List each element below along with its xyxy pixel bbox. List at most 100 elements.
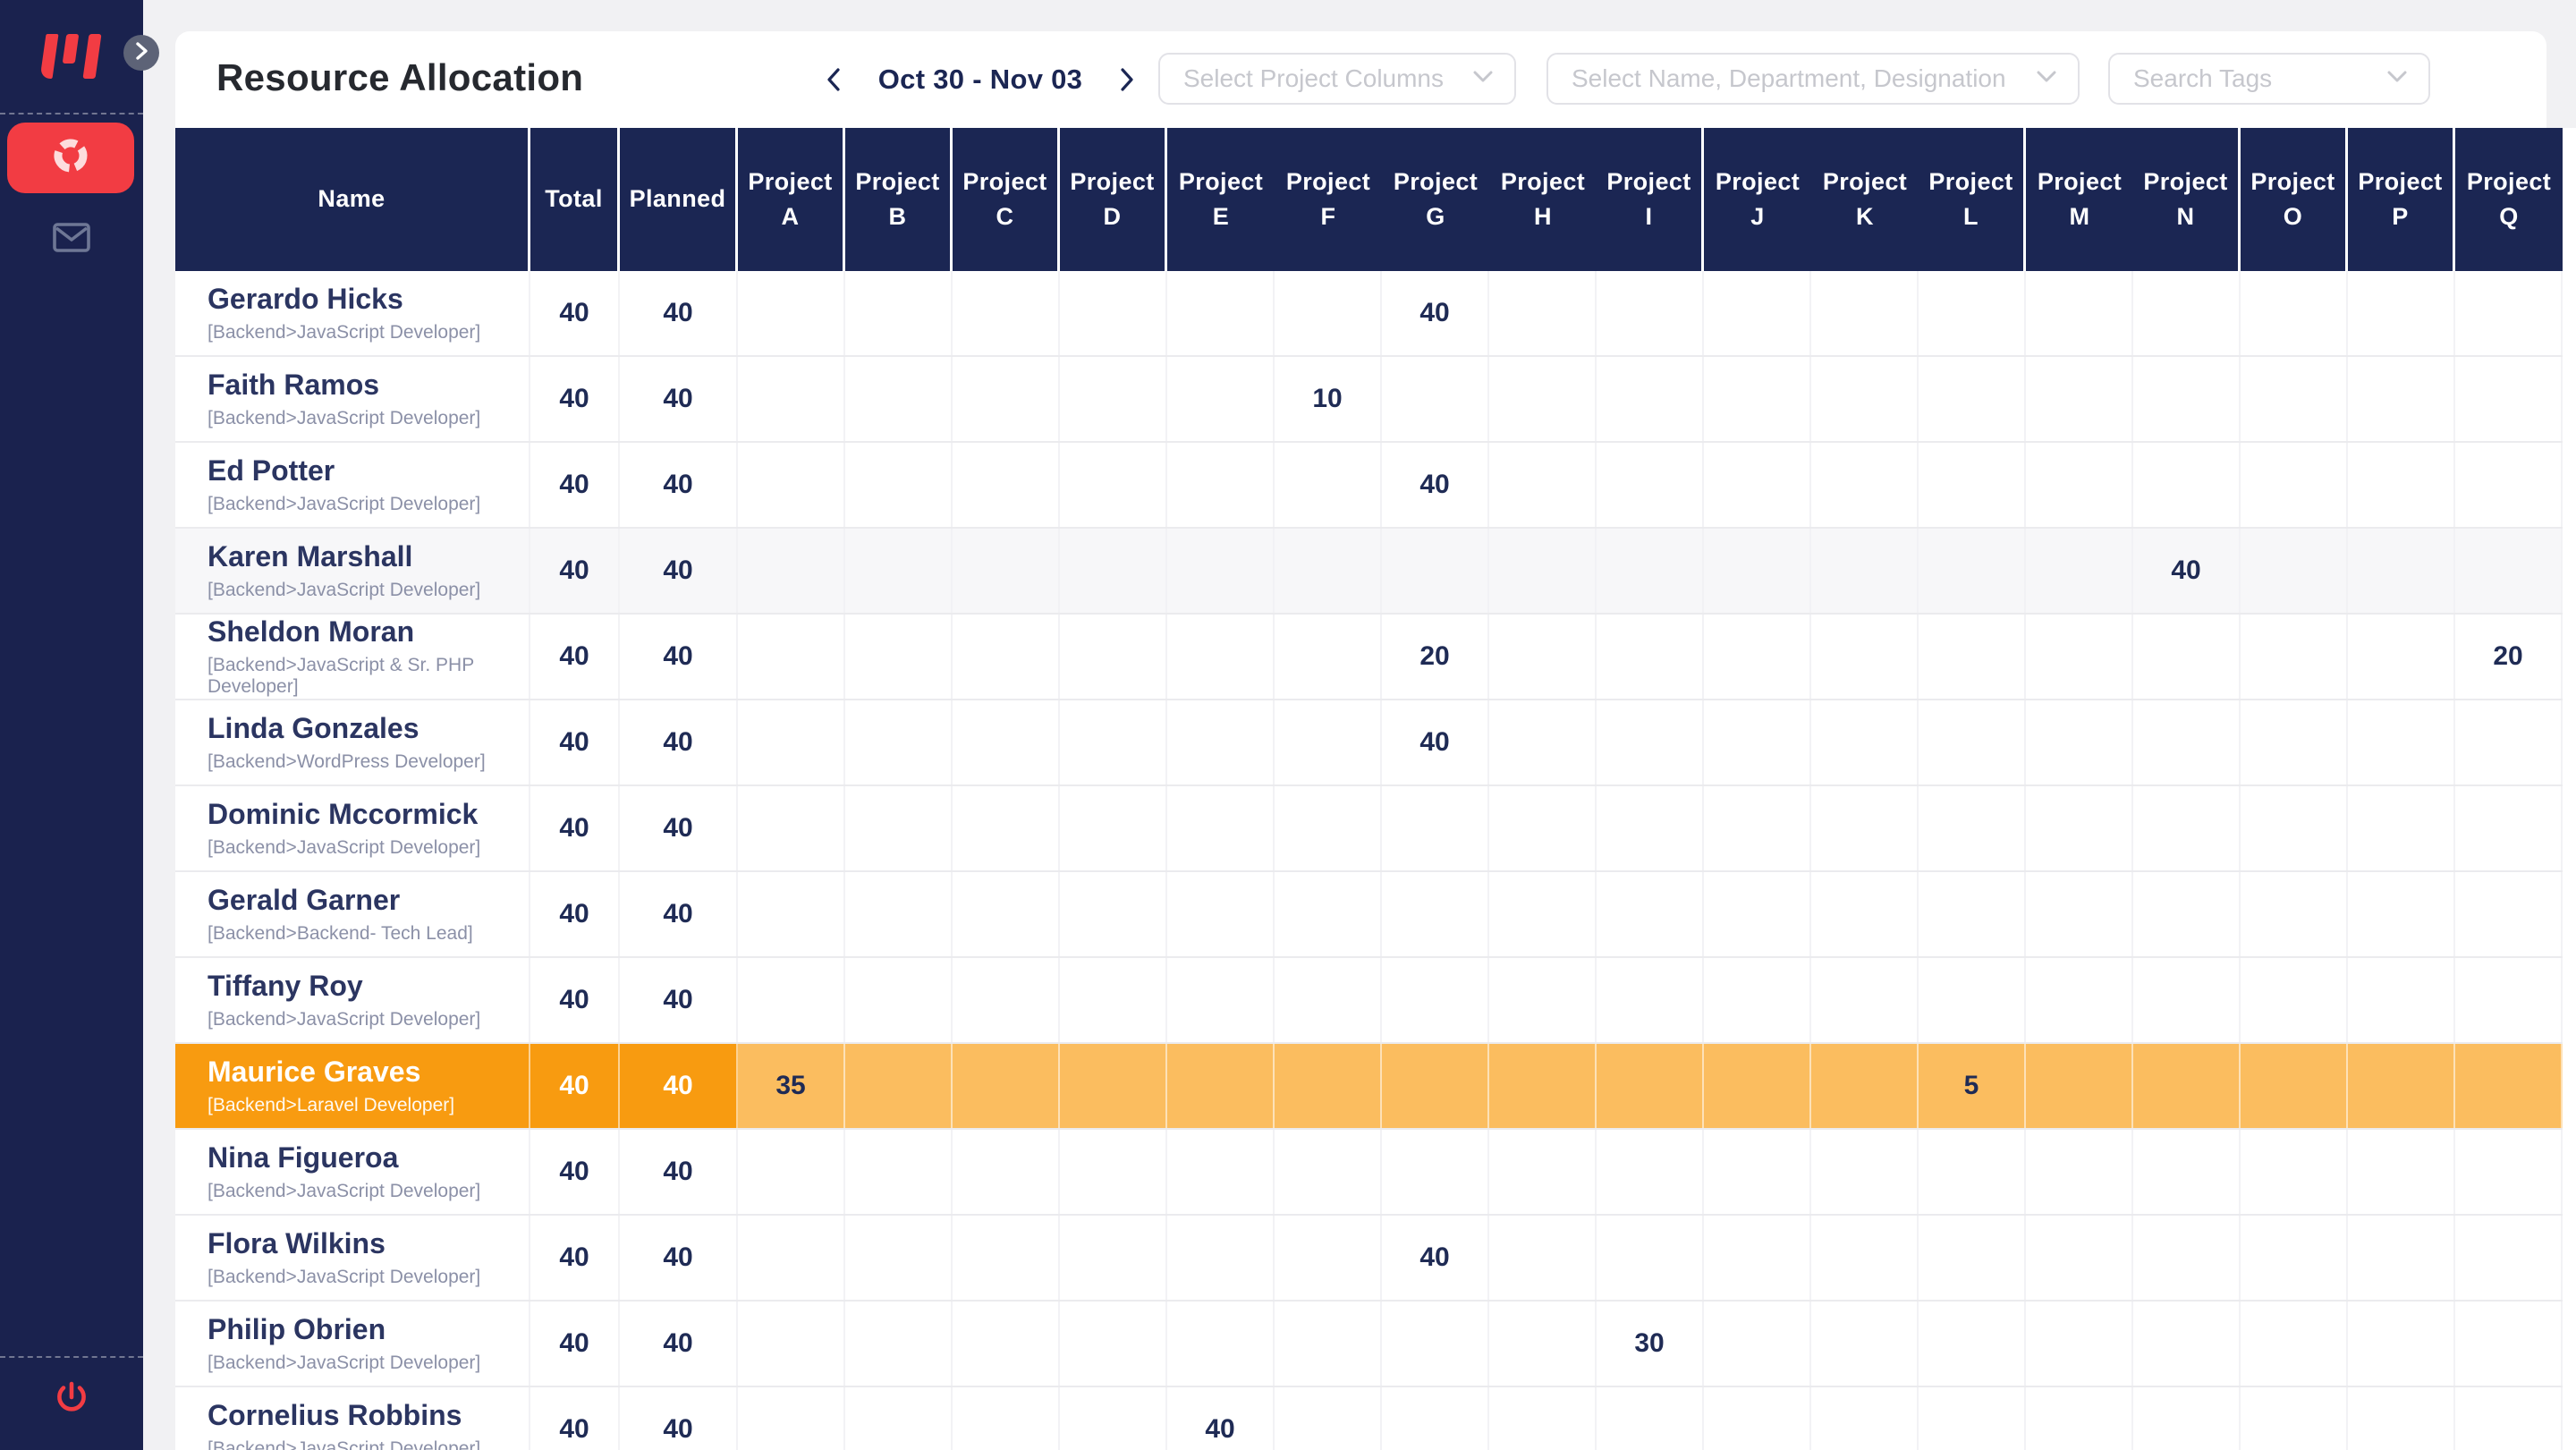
employee-name-cell[interactable]: Philip Obrien [Backend>JavaScript Develop… [175,1302,530,1386]
allocation-cell-project-d[interactable] [1060,529,1167,613]
employee-name-cell[interactable]: Ed Potter [Backend>JavaScript Developer] [175,443,530,527]
allocation-cell-project-l[interactable] [1919,443,2026,527]
allocation-cell-project-g[interactable] [1382,1044,1489,1128]
allocation-cell-project-q[interactable] [2455,357,2563,441]
allocation-cell-project-p[interactable] [2348,1044,2455,1128]
allocation-cell-project-f[interactable] [1275,1387,1382,1450]
table-row[interactable]: Philip Obrien [Backend>JavaScript Develop… [175,1302,2563,1387]
allocation-cell-project-o[interactable] [2241,1044,2348,1128]
table-row[interactable]: Faith Ramos [Backend>JavaScript Developer… [175,357,2563,443]
allocation-cell-project-j[interactable] [1704,529,1811,613]
allocation-cell-project-g[interactable] [1382,872,1489,956]
allocation-cell-project-d[interactable] [1060,700,1167,784]
allocation-cell-project-j[interactable] [1704,958,1811,1042]
employee-name-cell[interactable]: Dominic Mccormick [Backend>JavaScript Dev… [175,786,530,870]
allocation-cell-project-q[interactable] [2455,271,2563,355]
allocation-cell-project-i[interactable] [1597,872,1704,956]
allocation-cell-project-q[interactable] [2455,1044,2563,1128]
allocation-cell-project-b[interactable] [845,786,953,870]
allocation-cell-project-e[interactable] [1167,1044,1275,1128]
allocation-cell-project-j[interactable] [1704,1130,1811,1214]
allocation-cell-project-n[interactable] [2133,872,2241,956]
allocation-cell-project-m[interactable] [2026,958,2133,1042]
allocation-cell-project-q[interactable] [2455,1216,2563,1300]
allocation-cell-project-n[interactable] [2133,1387,2241,1450]
allocation-cell-project-b[interactable] [845,1044,953,1128]
allocation-cell-project-k[interactable] [1811,443,1919,527]
allocation-cell-project-i[interactable] [1597,1044,1704,1128]
allocation-cell-project-e[interactable] [1167,958,1275,1042]
allocation-cell-project-l[interactable] [1919,1387,2026,1450]
allocation-cell-project-h[interactable] [1489,786,1597,870]
allocation-cell-project-b[interactable] [845,1216,953,1300]
allocation-cell-project-k[interactable] [1811,872,1919,956]
allocation-cell-project-e[interactable] [1167,615,1275,699]
allocation-cell-project-j[interactable] [1704,786,1811,870]
allocation-cell-project-f[interactable]: 10 [1275,357,1382,441]
allocation-cell-project-k[interactable] [1811,357,1919,441]
allocation-cell-project-i[interactable] [1597,529,1704,613]
allocation-cell-project-j[interactable] [1704,1387,1811,1450]
allocation-cell-project-o[interactable] [2241,529,2348,613]
allocation-cell-project-e[interactable] [1167,1216,1275,1300]
employee-name-cell[interactable]: Sheldon Moran [Backend>JavaScript & Sr. P… [175,615,530,699]
allocation-cell-project-f[interactable] [1275,1044,1382,1128]
employee-name-cell[interactable]: Gerald Garner [Backend>Backend- Tech Lead… [175,872,530,956]
allocation-cell-project-f[interactable] [1275,529,1382,613]
table-row[interactable]: Ed Potter [Backend>JavaScript Developer] 4… [175,443,2563,529]
allocation-cell-project-h[interactable] [1489,529,1597,613]
allocation-cell-project-m[interactable] [2026,357,2133,441]
allocation-cell-project-n[interactable] [2133,443,2241,527]
employee-name-cell[interactable]: Karen Marshall [Backend>JavaScript Develo… [175,529,530,613]
allocation-cell-project-k[interactable] [1811,271,1919,355]
allocation-cell-project-g[interactable] [1382,958,1489,1042]
allocation-cell-project-p[interactable] [2348,443,2455,527]
allocation-cell-project-q[interactable] [2455,786,2563,870]
allocation-cell-project-l[interactable] [1919,357,2026,441]
allocation-cell-project-m[interactable] [2026,443,2133,527]
allocation-cell-project-d[interactable] [1060,1044,1167,1128]
allocation-cell-project-n[interactable] [2133,615,2241,699]
allocation-cell-project-q[interactable] [2455,700,2563,784]
allocation-cell-project-i[interactable] [1597,1387,1704,1450]
allocation-cell-project-k[interactable] [1811,1302,1919,1386]
allocation-cell-project-m[interactable] [2026,1130,2133,1214]
allocation-cell-project-l[interactable]: 5 [1919,1044,2026,1128]
allocation-cell-project-o[interactable] [2241,958,2348,1042]
allocation-cell-project-l[interactable] [1919,786,2026,870]
allocation-cell-project-h[interactable] [1489,443,1597,527]
allocation-cell-project-m[interactable] [2026,872,2133,956]
allocation-cell-project-p[interactable] [2348,1387,2455,1450]
allocation-cell-project-o[interactable] [2241,615,2348,699]
allocation-cell-project-q[interactable] [2455,958,2563,1042]
allocation-cell-project-c[interactable] [953,1216,1060,1300]
allocation-cell-project-a[interactable] [738,615,845,699]
allocation-cell-project-b[interactable] [845,1387,953,1450]
allocation-cell-project-i[interactable] [1597,786,1704,870]
allocation-cell-project-c[interactable] [953,958,1060,1042]
allocation-cell-project-a[interactable] [738,1387,845,1450]
allocation-cell-project-f[interactable] [1275,443,1382,527]
allocation-cell-project-i[interactable] [1597,700,1704,784]
allocation-cell-project-d[interactable] [1060,1302,1167,1386]
allocation-cell-project-h[interactable] [1489,357,1597,441]
allocation-cell-project-p[interactable] [2348,615,2455,699]
allocation-cell-project-p[interactable] [2348,271,2455,355]
allocation-cell-project-i[interactable] [1597,615,1704,699]
allocation-cell-project-h[interactable] [1489,1302,1597,1386]
allocation-cell-project-a[interactable]: 35 [738,1044,845,1128]
allocation-cell-project-m[interactable] [2026,529,2133,613]
allocation-cell-project-j[interactable] [1704,271,1811,355]
allocation-cell-project-a[interactable] [738,529,845,613]
allocation-cell-project-h[interactable] [1489,872,1597,956]
allocation-cell-project-b[interactable] [845,1302,953,1386]
allocation-cell-project-h[interactable] [1489,958,1597,1042]
allocation-cell-project-e[interactable] [1167,271,1275,355]
allocation-cell-project-a[interactable] [738,1216,845,1300]
allocation-cell-project-g[interactable] [1382,1387,1489,1450]
allocation-cell-project-j[interactable] [1704,443,1811,527]
allocation-cell-project-n[interactable] [2133,700,2241,784]
allocation-cell-project-l[interactable] [1919,700,2026,784]
allocation-cell-project-k[interactable] [1811,700,1919,784]
allocation-cell-project-n[interactable] [2133,1130,2241,1214]
